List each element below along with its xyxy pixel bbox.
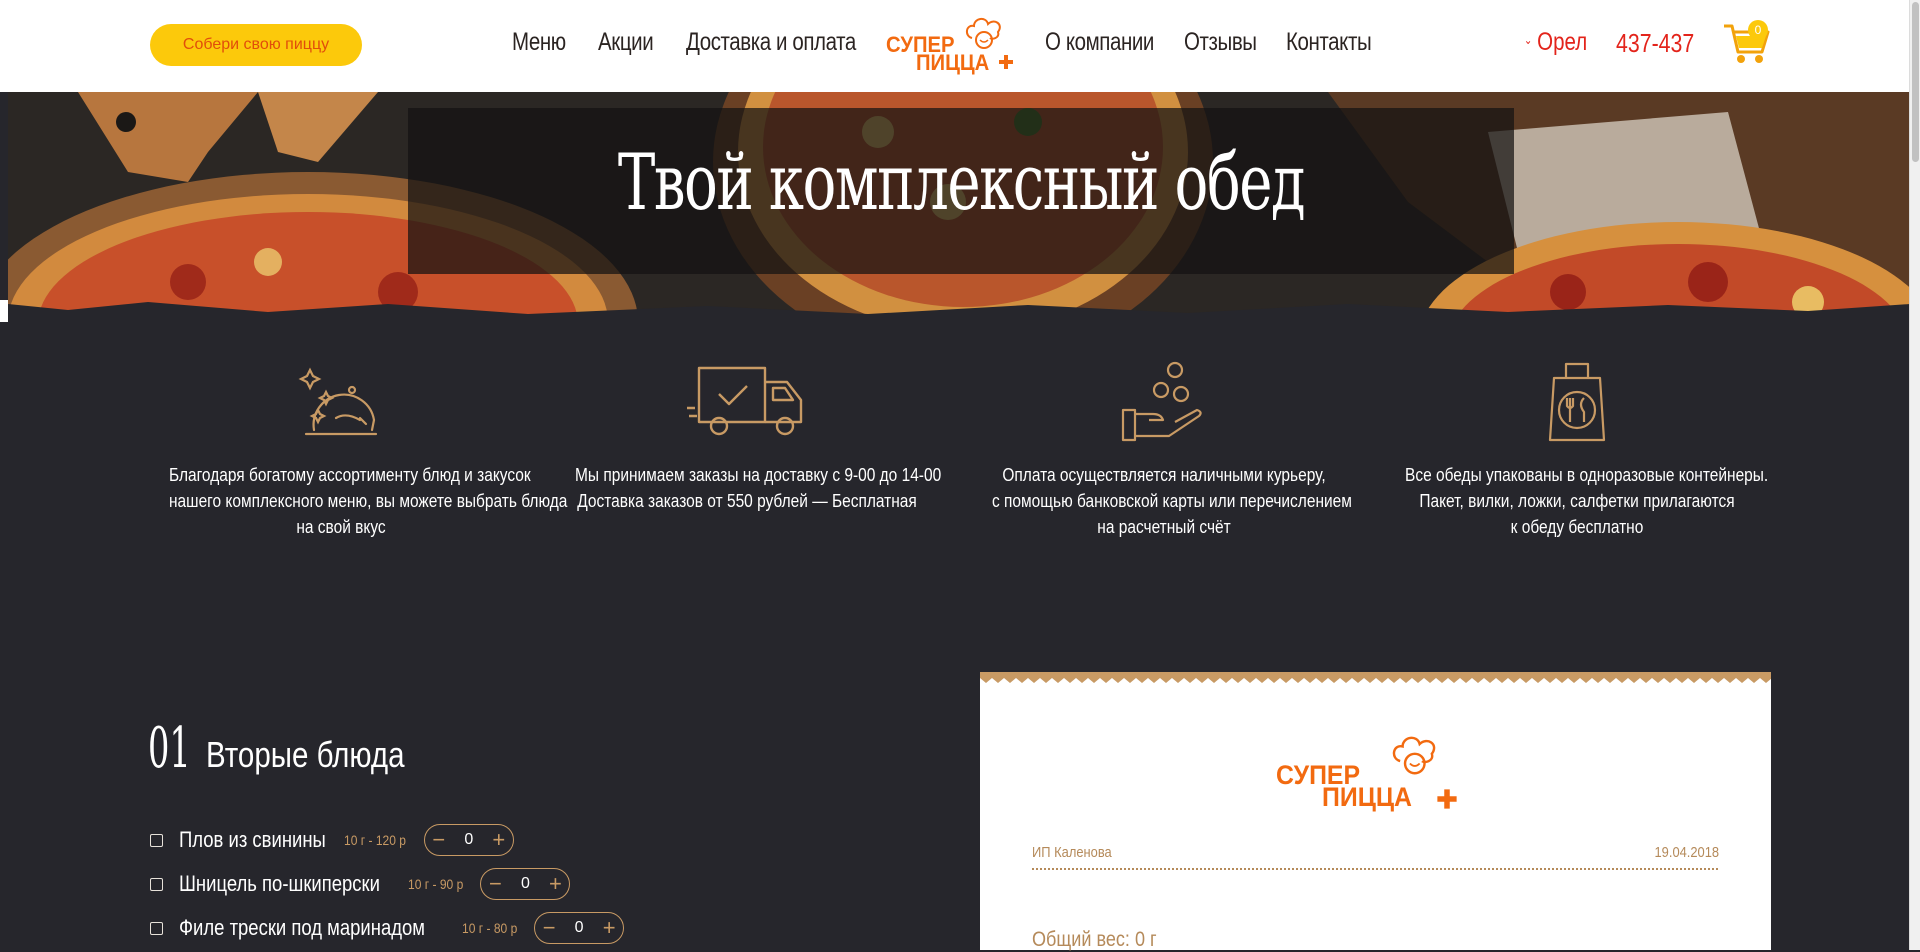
feature-text-line: к обеду бесплатно — [1510, 517, 1644, 537]
nav-delivery-payment[interactable]: Доставка и оплата — [686, 28, 856, 57]
item-name: Филе трески под маринадом — [179, 915, 426, 940]
quantity-stepper: − 0 + — [480, 868, 571, 900]
feature-text-line: с помощью банковской карты или перечисле… — [992, 491, 1352, 511]
list-item: Филе трески под маринадом 10 г - 80 р − … — [150, 911, 625, 945]
item-name: Плов из свинины — [179, 827, 326, 852]
quantity-stepper: − 0 + — [534, 912, 625, 944]
section-number: 01 — [148, 716, 191, 781]
chef-hat-icon — [1392, 736, 1436, 775]
item-name: Шницель по-шкиперски — [179, 871, 380, 896]
delivery-truck-icon — [687, 366, 803, 436]
quantity-stepper: − 0 + — [423, 824, 514, 856]
nav-about[interactable]: О компании — [1045, 28, 1154, 57]
plus-icon[interactable]: + — [541, 869, 569, 899]
minus-icon[interactable]: − — [481, 869, 509, 899]
page-scrollbar[interactable] — [1909, 0, 1920, 950]
hero-banner: Твой комплексный обед — [8, 92, 1910, 322]
scrollbar-thumb[interactable] — [1912, 2, 1919, 162]
hero-left-edge — [0, 300, 8, 322]
feature-packaging: Все обеды упакованы в одноразовые контей… — [1377, 360, 1777, 540]
hero-title: Твой комплексный обед — [617, 138, 1306, 228]
receipt-date: 19.04.2018 — [1654, 844, 1719, 861]
plus-icon — [1437, 789, 1457, 809]
total-weight: Общий вес: 0 г — [1032, 928, 1157, 951]
hero-title-panel: Твой комплексный обед — [408, 108, 1514, 274]
logo-text-pizza: ПИЦЦА — [916, 50, 990, 75]
item-weight-price: 10 г - 90 р — [408, 876, 464, 892]
feature-text-line: Оплата осуществляется наличными курьеру, — [1002, 465, 1326, 485]
feature-text-line: Пакет, вилки, ложки, салфетки прилагаютс… — [1419, 491, 1735, 511]
quantity-value[interactable]: 0 — [457, 831, 481, 849]
item-checkbox[interactable] — [150, 877, 163, 891]
order-receipt: СУПЕР ПИЦЦА ИП Каленова 19.04.2018 Общий… — [980, 672, 1771, 951]
item-weight-price: 10 г - 120 р — [343, 832, 406, 848]
minus-icon[interactable]: − — [425, 825, 453, 855]
quantity-value[interactable]: 0 — [567, 919, 591, 937]
phone-number[interactable]: 437-437 — [1616, 28, 1694, 59]
logo-text-pizza: ПИЦЦА — [1322, 782, 1412, 812]
feature-text-line: нашего комплексного меню, вы можете выбр… — [169, 491, 568, 511]
company-name: ИП Каленова — [1032, 844, 1112, 861]
cloche-icon — [298, 367, 378, 436]
feature-assortment: Благодаря богатому ассортименту блюд и з… — [141, 360, 568, 540]
build-your-pizza-button[interactable]: Собери свою пиццу — [150, 24, 362, 66]
feature-payment: Оплата осуществляется наличными курьеру,… — [964, 360, 1364, 540]
receipt-zigzag-edge — [980, 672, 1771, 683]
plus-icon[interactable]: + — [595, 913, 623, 943]
nav-promotions[interactable]: Акции — [598, 28, 654, 57]
plus-icon[interactable]: + — [485, 825, 513, 855]
feature-text-line: на расчетный счёт — [1097, 517, 1231, 537]
city-name: Орел — [1537, 28, 1588, 56]
quantity-value[interactable]: 0 — [513, 875, 537, 893]
minus-icon[interactable]: − — [535, 913, 563, 943]
coins-hand-icon — [1121, 361, 1202, 442]
feature-text-line: Мы принимаем заказы на доставку с 9-00 д… — [575, 465, 942, 485]
feature-text-line: Благодаря богатому ассортименту блюд и з… — [169, 465, 531, 485]
feature-text-line: Все обеды упакованы в одноразовые контей… — [1405, 465, 1769, 485]
cart-count-badge: 0 — [1748, 20, 1768, 40]
item-weight-price: 10 г - 80 р — [461, 920, 518, 936]
cutlery-bag-icon — [1548, 362, 1606, 442]
receipt-divider — [1032, 868, 1718, 870]
feature-text-line: на свой вкус — [296, 517, 386, 537]
section-title: Вторые блюда — [206, 734, 405, 775]
feature-delivery: Мы принимаем заказы на доставку с 9-00 д… — [547, 360, 947, 514]
nav-reviews[interactable]: Отзывы — [1184, 28, 1257, 57]
chevron-down-icon: ⌄ — [1524, 33, 1533, 47]
item-checkbox[interactable] — [150, 921, 163, 935]
city-selector[interactable]: ⌄ Орел — [1524, 28, 1587, 57]
list-item: Шницель по-шкиперски 10 г - 90 р − 0 + — [150, 867, 571, 901]
nav-menu[interactable]: Меню — [512, 28, 566, 57]
header-logo[interactable]: СУПЕР ПИЦЦА — [886, 14, 1016, 75]
receipt-logo: СУПЕР ПИЦЦА — [1276, 732, 1476, 822]
nav-contacts[interactable]: Контакты — [1286, 28, 1372, 57]
plus-icon — [999, 55, 1013, 69]
feature-text-line: Доставка заказов от 550 рублей — Бесплат… — [577, 491, 917, 511]
list-item: Плов из свинины 10 г - 120 р − 0 + — [150, 823, 514, 857]
chef-hat-icon — [966, 18, 1001, 49]
item-checkbox[interactable] — [150, 833, 163, 847]
site-header: Собери свою пиццу Меню Акции Доставка и … — [0, 0, 1910, 92]
